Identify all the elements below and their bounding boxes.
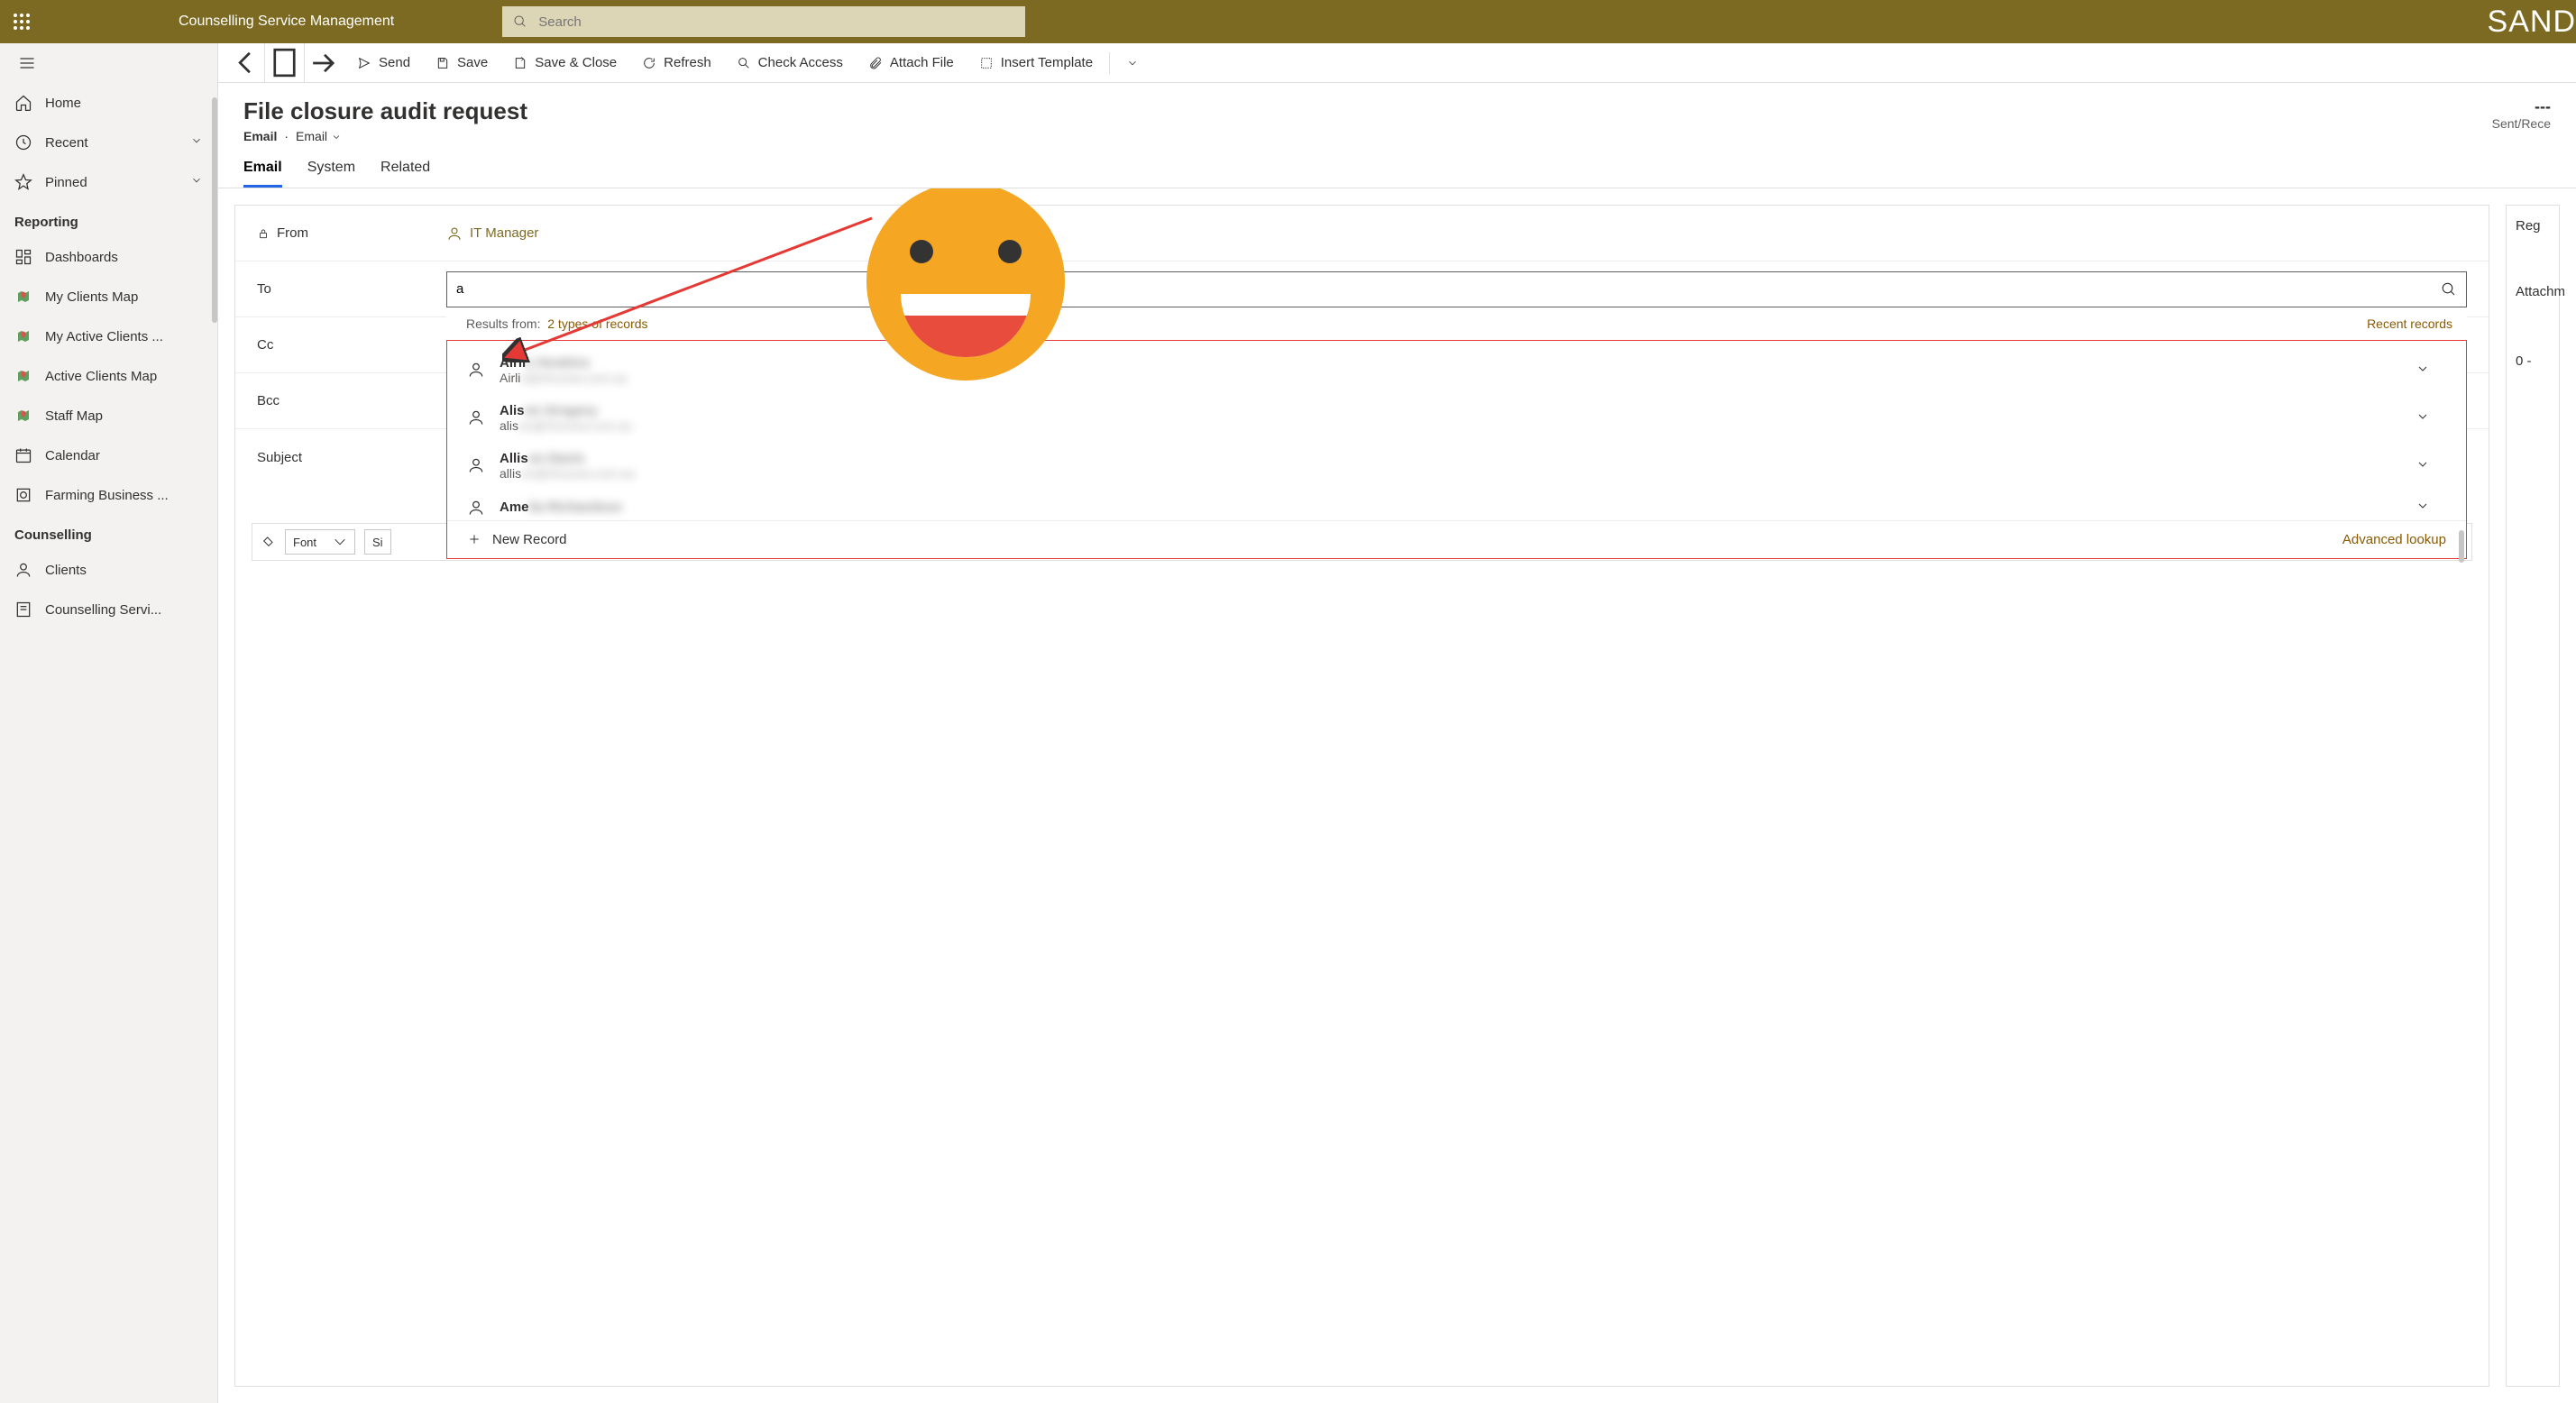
regarding-section[interactable]: Reg — [2516, 218, 2550, 234]
chevron-down-icon[interactable] — [2416, 362, 2430, 379]
new-record-button[interactable]: New Record — [467, 532, 567, 547]
lookup-result[interactable]: Amelia Richardson — [447, 490, 2466, 520]
save-button[interactable]: Save — [423, 43, 500, 83]
nav-farming-business[interactable]: Farming Business ... — [0, 475, 217, 515]
insert-template-button[interactable]: Insert Template — [967, 43, 1105, 83]
tab-system[interactable]: System — [307, 160, 355, 188]
nav-my-active-clients-map[interactable]: My Active Clients ... — [0, 316, 217, 356]
lookup-results: Airlie Hoskins Airlie@rfcsnsw.com.au — [446, 340, 2467, 559]
chevron-down-icon[interactable] — [2416, 457, 2430, 474]
status-label: Sent/Rece — [2492, 116, 2551, 131]
field-label-text: Subject — [257, 450, 302, 465]
nav-label: Counselling Servi... — [45, 602, 161, 618]
search-icon[interactable] — [2441, 281, 2457, 298]
nav-dashboards[interactable]: Dashboards — [0, 237, 217, 277]
font-family-dropdown[interactable]: Font — [285, 529, 355, 555]
nav-staff-map[interactable]: Staff Map — [0, 396, 217, 436]
sidebar-scrollbar[interactable] — [212, 97, 217, 323]
field-label-text: Cc — [257, 337, 273, 353]
attach-file-button[interactable]: Attach File — [856, 43, 967, 83]
nav-label: Staff Map — [45, 408, 103, 424]
nav-label: My Clients Map — [45, 289, 138, 305]
app-launcher-icon[interactable] — [0, 0, 43, 43]
nav-counselling-service[interactable]: Counselling Servi... — [0, 590, 217, 629]
lock-icon — [257, 227, 270, 240]
app-title: Counselling Service Management — [179, 14, 394, 30]
chevron-down-icon — [190, 134, 203, 151]
form-tabs: Email System Related — [218, 143, 2576, 188]
nav-label: My Active Clients ... — [45, 329, 163, 344]
form-selector[interactable]: Email — [296, 129, 342, 143]
command-overflow-button[interactable] — [1114, 43, 1151, 83]
open-record-set-button[interactable] — [265, 43, 305, 83]
lookup-result[interactable]: Airlie Hoskins Airlie@rfcsnsw.com.au — [447, 346, 2466, 394]
command-bar: Send Save Save & Close Refresh Check Acc… — [218, 43, 2576, 83]
record-header: File closure audit request Email · Email… — [218, 83, 2576, 143]
to-lookup-input[interactable]: Results from: 2 types of records Recent … — [446, 271, 2467, 307]
nav-label: Active Clients Map — [45, 369, 157, 384]
share-button[interactable] — [305, 43, 344, 83]
nav-label: Dashboards — [45, 250, 118, 265]
environment-label: SAND — [2488, 5, 2576, 40]
nav-pinned[interactable]: Pinned — [0, 162, 217, 202]
check-access-button[interactable]: Check Access — [724, 43, 856, 83]
nav-label: Farming Business ... — [45, 488, 169, 503]
record-title: File closure audit request — [243, 97, 527, 125]
separator — [1109, 52, 1110, 74]
main-area: Send Save Save & Close Refresh Check Acc… — [218, 43, 2576, 1403]
to-field-row: To Results from: 2 types of records Rece… — [235, 261, 2489, 317]
from-field-row: From IT Manager — [235, 206, 2489, 261]
send-button[interactable]: Send — [344, 43, 423, 83]
recent-records-link[interactable]: Recent records — [2367, 316, 2452, 331]
to-input[interactable] — [456, 281, 2441, 297]
sidebar-collapse-button[interactable] — [0, 43, 217, 83]
chevron-down-icon — [190, 174, 203, 190]
tab-email[interactable]: Email — [243, 160, 282, 188]
nav-active-clients-map[interactable]: Active Clients Map — [0, 356, 217, 396]
nav-group-reporting: Reporting — [0, 202, 217, 237]
advanced-lookup-link[interactable]: Advanced lookup — [2342, 532, 2446, 547]
chevron-down-icon[interactable] — [2416, 409, 2430, 426]
chevron-down-icon[interactable] — [2416, 499, 2430, 516]
field-label-text: From — [277, 225, 308, 241]
global-search-box[interactable] — [502, 6, 1025, 37]
left-sidebar: Home Recent Pinned Reporting Dashboards … — [0, 43, 218, 1403]
lookup-flyout: Results from: 2 types of records Recent … — [446, 307, 2467, 559]
refresh-button[interactable]: Refresh — [629, 43, 724, 83]
from-value-chip[interactable]: IT Manager — [446, 225, 538, 242]
field-label-text: To — [257, 281, 271, 297]
back-button[interactable] — [225, 43, 265, 83]
nav-group-counselling: Counselling — [0, 515, 217, 550]
attachments-count: 0 - — [2516, 353, 2550, 369]
nav-my-clients-map[interactable]: My Clients Map — [0, 277, 217, 316]
nav-recent[interactable]: Recent — [0, 123, 217, 162]
side-panel: Reg Attachm 0 - — [2506, 205, 2560, 1387]
global-search-input[interactable] — [538, 14, 1014, 30]
nav-label: Clients — [45, 563, 87, 578]
save-close-button[interactable]: Save & Close — [500, 43, 629, 83]
nav-label: Recent — [45, 135, 88, 151]
global-app-bar: Counselling Service Management SAND — [0, 0, 2576, 43]
nav-calendar[interactable]: Calendar — [0, 436, 217, 475]
lookup-result[interactable]: Allison Davis allison@rfcsnsw.com.au — [447, 442, 2466, 490]
entity-label: Email — [243, 129, 277, 143]
field-label-text: Bcc — [257, 393, 280, 408]
nav-label: Pinned — [45, 175, 87, 190]
tab-related[interactable]: Related — [380, 160, 430, 188]
lookup-result[interactable]: Alison Gregory alison@rfcsnsw.com.au — [447, 394, 2466, 442]
format-painter-icon[interactable] — [261, 534, 276, 551]
nav-label: Calendar — [45, 448, 100, 463]
status-value: --- — [2492, 97, 2551, 116]
results-scrollbar[interactable] — [2459, 530, 2464, 563]
attachments-section[interactable]: Attachm — [2516, 284, 2550, 299]
nav-label: Home — [45, 96, 81, 111]
nav-clients[interactable]: Clients — [0, 550, 217, 590]
email-form: From IT Manager To — [234, 205, 2489, 1387]
record-types-link[interactable]: 2 types of records — [547, 316, 647, 331]
font-size-dropdown[interactable]: Si — [364, 529, 391, 555]
nav-home[interactable]: Home — [0, 83, 217, 123]
